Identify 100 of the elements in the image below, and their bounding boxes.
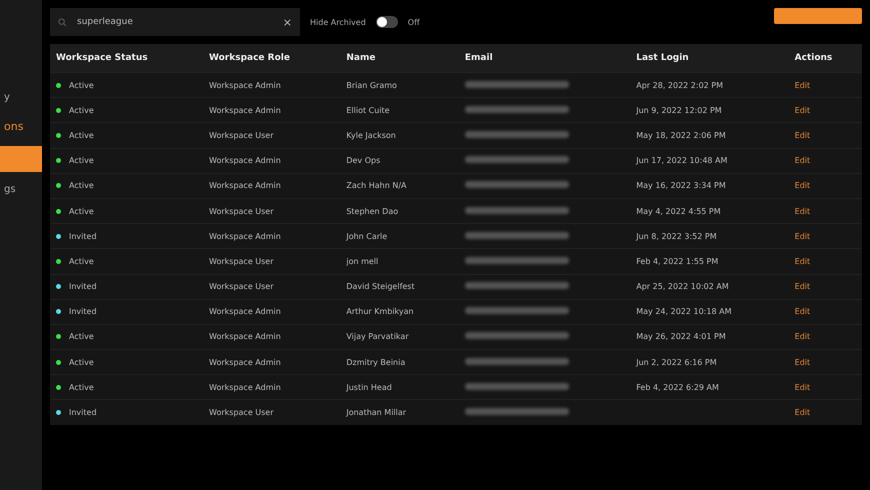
role-text: Workspace Admin	[209, 307, 281, 316]
sidebar-item[interactable]: ons	[0, 118, 42, 136]
role-text: Workspace Admin	[209, 106, 281, 115]
date-text: Jun 8, 2022 3:52 PM	[636, 232, 717, 241]
name-text: David Steigelfest	[346, 282, 415, 292]
name-text: Zach Hahn N/A	[346, 181, 406, 190]
status-dot	[56, 258, 61, 264]
name-text: jon mell	[346, 256, 378, 266]
edit-link[interactable]: Edit	[794, 156, 810, 166]
status-text: Active	[69, 130, 94, 140]
name-text: Kyle Jackson	[346, 130, 396, 140]
status-text: Active	[69, 206, 94, 216]
name-text: Stephen Dao	[346, 206, 398, 216]
status-text: Active	[69, 382, 94, 392]
status-dot	[56, 208, 61, 214]
date-text: May 24, 2022 10:18 AM	[636, 307, 732, 316]
role-text: Workspace User	[209, 206, 274, 216]
edit-link[interactable]: Edit	[794, 408, 810, 418]
status-dot	[56, 132, 61, 138]
date-text: May 4, 2022 4:55 PM	[636, 206, 721, 216]
column-header: Actions	[788, 44, 862, 72]
date-text: Apr 25, 2022 10:02 AM	[636, 282, 729, 292]
role-text: Workspace Admin	[209, 382, 281, 392]
status-dot	[56, 360, 61, 365]
role-text: Workspace User	[209, 256, 274, 266]
status-text: Active	[69, 156, 94, 166]
column-header: Email	[458, 44, 630, 72]
role-text: Workspace Admin	[209, 332, 281, 342]
date-text: Jun 2, 2022 6:16 PM	[636, 358, 717, 367]
column-header: Workspace Status	[50, 44, 204, 72]
status-dot	[56, 158, 61, 164]
status-dot	[56, 284, 61, 290]
status-dot	[56, 234, 61, 239]
status-text: Invited	[69, 282, 97, 292]
name-text: Vijay Parvatikar	[346, 332, 409, 342]
name-text: John Carle	[346, 232, 388, 241]
status-text: Invited	[69, 232, 97, 241]
role-text: Workspace Admin	[209, 232, 281, 241]
edit-link[interactable]: Edit	[794, 307, 810, 316]
date-text: Feb 4, 2022 1:55 PM	[636, 256, 718, 266]
edit-link[interactable]: Edit	[794, 382, 810, 392]
status-dot	[56, 309, 61, 314]
toggle-state: Off	[408, 18, 420, 26]
status-text: Invited	[69, 307, 97, 316]
sidebar-item[interactable]: y	[0, 90, 42, 108]
name-text: Dev Ops	[346, 156, 380, 166]
edit-link[interactable]: Edit	[794, 332, 810, 342]
date-text: Jun 9, 2022 12:02 PM	[636, 106, 722, 115]
date-text: May 26, 2022 4:01 PM	[636, 332, 726, 342]
edit-link[interactable]: Edit	[794, 80, 810, 90]
name-text: Jonathan Millar	[346, 408, 406, 418]
date-text: Jun 17, 2022 10:48 AM	[636, 156, 728, 166]
action-button[interactable]	[774, 8, 862, 24]
name-text: Elliot Cuite	[346, 106, 390, 115]
role-text: Workspace Admin	[209, 156, 281, 166]
status-text: Active	[69, 332, 94, 342]
status-dot	[56, 384, 61, 390]
status-text: Active	[69, 256, 94, 266]
date-text: Feb 4, 2022 6:29 AM	[636, 382, 719, 392]
status-dot	[56, 82, 61, 88]
status-text: Invited	[69, 408, 97, 418]
name-text: Justin Head	[346, 382, 392, 392]
column-header: Workspace Role	[203, 44, 340, 72]
role-text: Workspace Admin	[209, 358, 281, 367]
column-header: Last Login	[630, 44, 789, 72]
role-text: Workspace User	[209, 408, 274, 418]
edit-link[interactable]: Edit	[794, 181, 810, 190]
role-text: Workspace Admin	[209, 80, 281, 90]
status-text: Active	[69, 80, 94, 90]
search-icon	[58, 18, 67, 26]
edit-link[interactable]: Edit	[794, 130, 810, 140]
edit-link[interactable]: Edit	[794, 106, 810, 115]
clear-icon[interactable]: ×	[282, 16, 292, 28]
name-text: Arthur Kmbikyan	[346, 307, 414, 316]
edit-link[interactable]: Edit	[794, 282, 810, 292]
status-dot	[56, 410, 61, 416]
role-text: Workspace Admin	[209, 181, 281, 190]
edit-link[interactable]: Edit	[794, 232, 810, 241]
sidebar-item[interactable]: gs	[0, 182, 42, 200]
status-dot	[56, 183, 61, 188]
status-text: Active	[69, 358, 94, 367]
sidebar-item[interactable]	[0, 146, 42, 172]
name-text: Dzmitry Beinia	[346, 358, 406, 367]
edit-link[interactable]: Edit	[794, 206, 810, 216]
date-text: Apr 28, 2022 2:02 PM	[636, 80, 724, 90]
status-dot	[56, 108, 61, 113]
search-field[interactable]: superleague ×	[50, 8, 300, 36]
role-text: Workspace User	[209, 130, 274, 140]
edit-link[interactable]: Edit	[794, 256, 810, 266]
toggle-label: Hide Archived	[310, 18, 366, 26]
toggle-switch[interactable]	[376, 16, 398, 28]
name-text: Brian Gramo	[346, 80, 397, 90]
role-text: Workspace User	[209, 282, 274, 292]
date-text: May 18, 2022 2:06 PM	[636, 130, 726, 140]
column-header: Name	[340, 44, 459, 72]
status-text: Active	[69, 181, 94, 190]
status-dot	[56, 334, 61, 340]
status-text: Active	[69, 106, 94, 115]
edit-link[interactable]: Edit	[794, 358, 810, 367]
date-text: May 16, 2022 3:34 PM	[636, 181, 726, 190]
